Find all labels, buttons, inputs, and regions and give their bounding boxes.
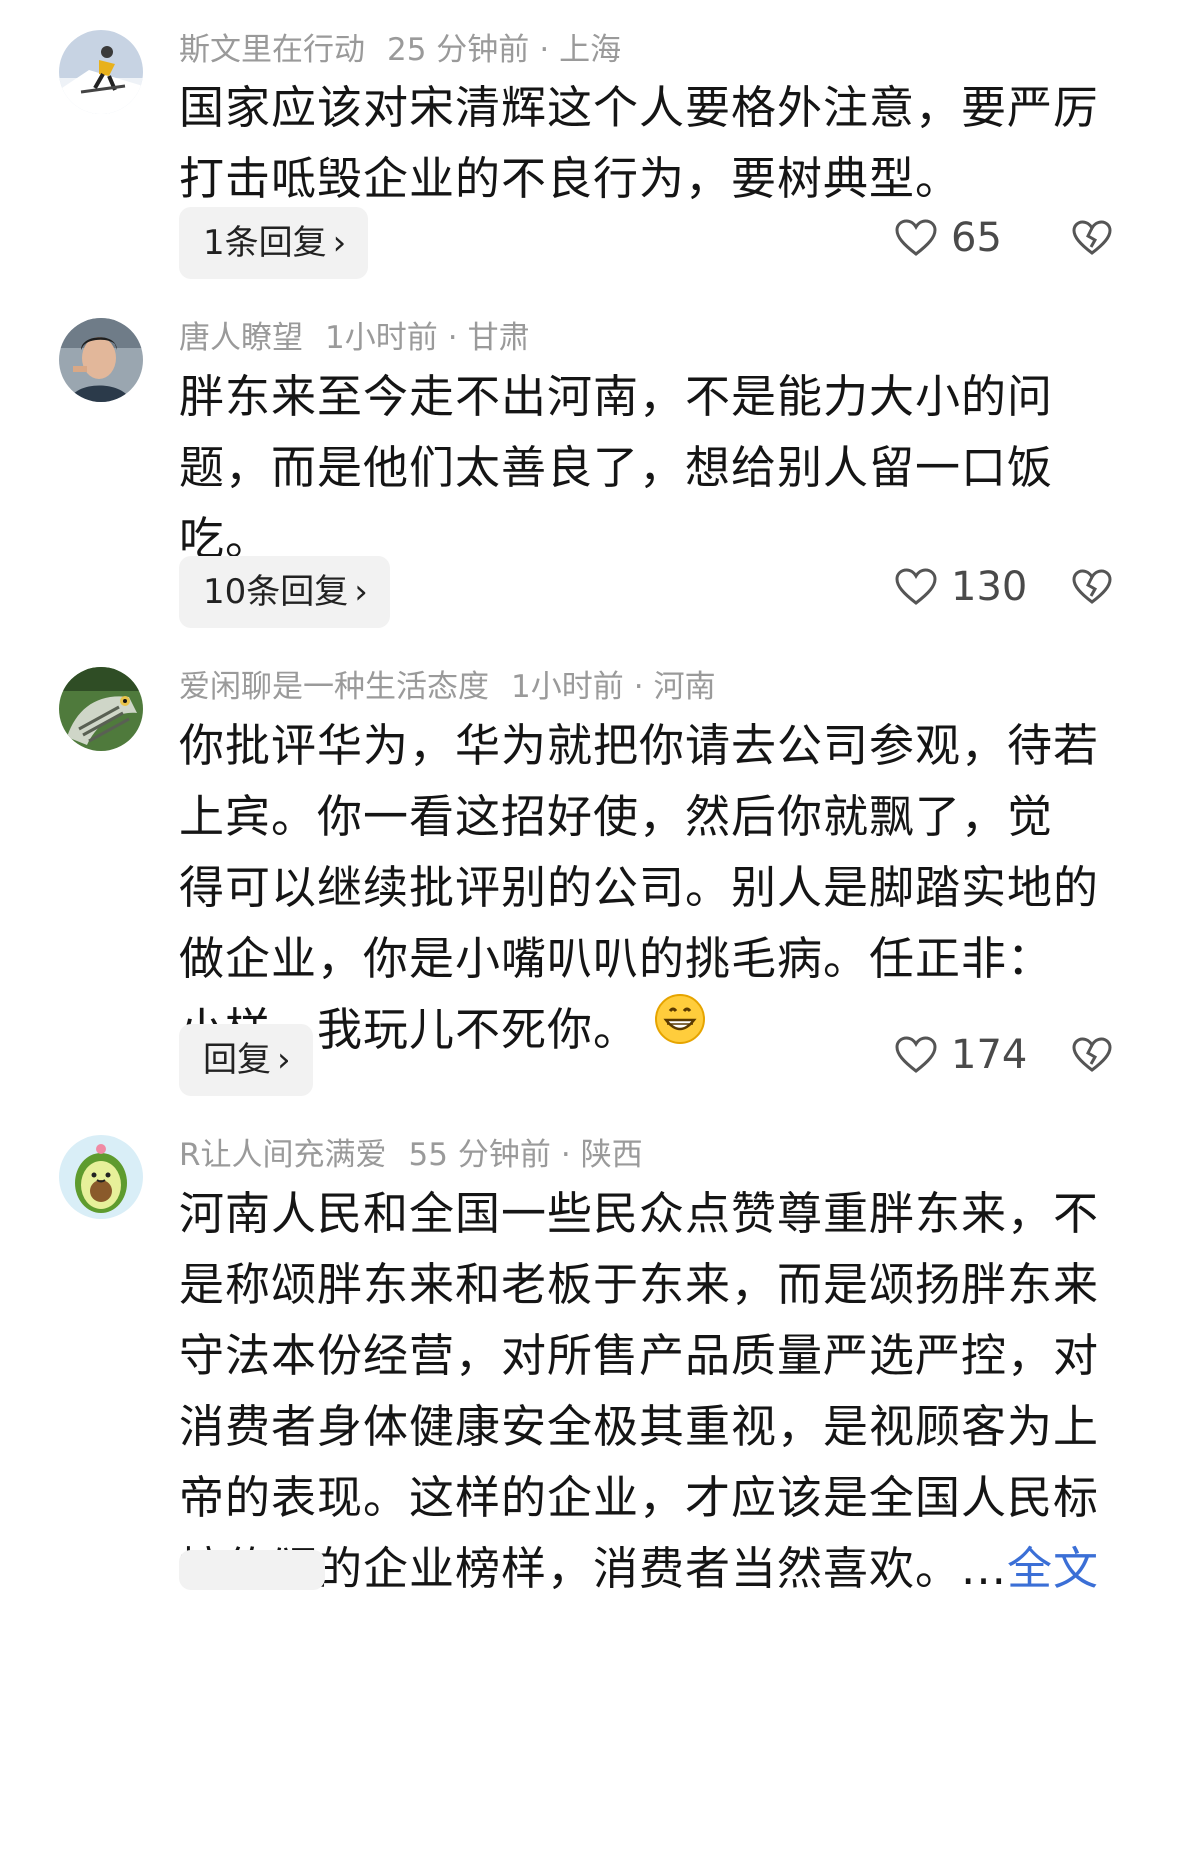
comment-meta: 爱闲聊是一种生活态度 1小时前 · 河南	[179, 667, 716, 707]
avatar[interactable]	[59, 318, 143, 402]
comment-text-line: 上宾。你一看这招好使，然后你就飘了，觉	[179, 790, 1054, 843]
comment-location: 上海	[559, 32, 622, 68]
separator-dot: ·	[539, 32, 550, 68]
username[interactable]: 唐人瞭望	[179, 320, 303, 356]
comment-location: 陕西	[580, 1137, 643, 1173]
comment-time: 25 分钟前	[387, 32, 530, 68]
chevron-right-icon: ›	[332, 223, 347, 263]
comment-meta: 斯文里在行动 25 分钟前 · 上海	[179, 30, 621, 70]
username[interactable]: R让人间充满爱	[179, 1137, 387, 1173]
like-button[interactable]: 130	[895, 551, 1027, 623]
reply-button-partial[interactable]	[179, 1550, 325, 1590]
heart-icon	[895, 219, 937, 256]
view-replies-button[interactable]: 1条回复 ›	[179, 207, 369, 279]
separator-dot: ·	[633, 669, 644, 705]
chevron-right-icon: ›	[354, 572, 368, 612]
reply-button[interactable]: 回复 ›	[179, 1024, 313, 1096]
comment-text-line: 胖东来至今走不出河南，不是能力大小的问	[179, 370, 1054, 423]
eagle-avatar-icon	[59, 667, 143, 751]
heart-icon	[895, 1036, 937, 1073]
username[interactable]: 爱闲聊是一种生活态度	[179, 669, 489, 705]
avatar[interactable]	[59, 1135, 143, 1219]
comment-text: 国家应该对宋清辉这个人要格外注意，要严厉 打击呧毁企业的不良行为，要树典型。	[179, 72, 1139, 214]
reply-label: 回复	[203, 1040, 271, 1080]
comment-time: 55 分钟前	[408, 1137, 551, 1173]
comment-meta: 唐人瞭望 1小时前 · 甘肃	[179, 318, 530, 358]
chevron-right-icon: ›	[277, 1040, 291, 1080]
broken-heart-icon	[1072, 569, 1112, 604]
full-text-link[interactable]: 全文	[1007, 1542, 1099, 1595]
like-count: 174	[951, 1032, 1028, 1078]
heart-icon	[895, 568, 937, 605]
username[interactable]: 斯文里在行动	[179, 32, 365, 68]
comment-text: 你批评华为，华为就把你请去公司参观，待若 上宾。你一看这招好使，然后你就飘了，觉…	[179, 710, 1139, 1065]
comment-text-line: 题，而是他们太善良了，想给别人留一口饭	[179, 441, 1054, 494]
separator-dot: ·	[560, 1137, 571, 1173]
comment-text-line: 是称颂胖东来和老板于东来，而是颂扬胖东来	[179, 1258, 1100, 1311]
comment-text-line: 做企业，你是小嘴叭叭的挑毛病。任正非：	[179, 932, 1054, 985]
broken-heart-icon	[1072, 220, 1112, 255]
comment-time: 1小时前	[325, 320, 438, 356]
dislike-button[interactable]	[1072, 551, 1112, 623]
like-count: 65	[951, 215, 1002, 261]
comment-text-line: 你批评华为，华为就把你请去公司参观，待若	[179, 719, 1100, 772]
broken-heart-icon	[1072, 1037, 1112, 1072]
comment-text-line: 河南人民和全国一些民众点赞尊重胖东来，不	[179, 1187, 1100, 1240]
reply-label: 10条回复	[203, 572, 349, 612]
comment-location: 甘肃	[467, 320, 530, 356]
comment-text: 河南人民和全国一些民众点赞尊重胖东来，不 是称颂胖东来和老板于东来，而是颂扬胖东…	[179, 1178, 1139, 1604]
grinning-face-emoji-icon	[653, 992, 707, 1066]
like-count: 130	[951, 564, 1028, 610]
comment-text-line: 帝的表现。这样的企业，才应该是全国人民标	[179, 1471, 1100, 1524]
comment-text: 胖东来至今走不出河南，不是能力大小的问 题，而是他们太善良了，想给别人留一口饭 …	[179, 361, 1139, 574]
view-replies-button[interactable]: 10条回复 ›	[179, 556, 390, 628]
dislike-button[interactable]	[1072, 202, 1112, 274]
comment-location: 河南	[653, 669, 716, 705]
avatar[interactable]	[59, 667, 143, 751]
like-button[interactable]: 65	[895, 202, 1002, 274]
avatar[interactable]	[59, 30, 143, 114]
skier-avatar-icon	[59, 30, 143, 114]
comment-text-line: 得可以继续批评别的公司。别人是脚踏实地的	[179, 861, 1100, 914]
reply-label: 1条回复	[203, 223, 327, 263]
like-button[interactable]: 174	[895, 1019, 1027, 1091]
comment-meta: R让人间充满爱 55 分钟前 · 陕西	[179, 1135, 643, 1175]
comment-time: 1小时前	[511, 669, 624, 705]
comment-text-line: 守法本份经营，对所售产品质量严选严控，对	[179, 1329, 1100, 1382]
comment-text-line: 国家应该对宋清辉这个人要格外注意，要严厉	[179, 81, 1100, 134]
ellipsis: ...	[961, 1542, 1007, 1595]
man-portrait-avatar-icon	[59, 318, 143, 402]
separator-dot: ·	[447, 320, 458, 356]
comment-text-line: 消费者身体健康安全极其重视，是视顾客为上	[179, 1400, 1100, 1453]
dislike-button[interactable]	[1072, 1019, 1112, 1091]
avocado-avatar-icon	[59, 1135, 143, 1219]
